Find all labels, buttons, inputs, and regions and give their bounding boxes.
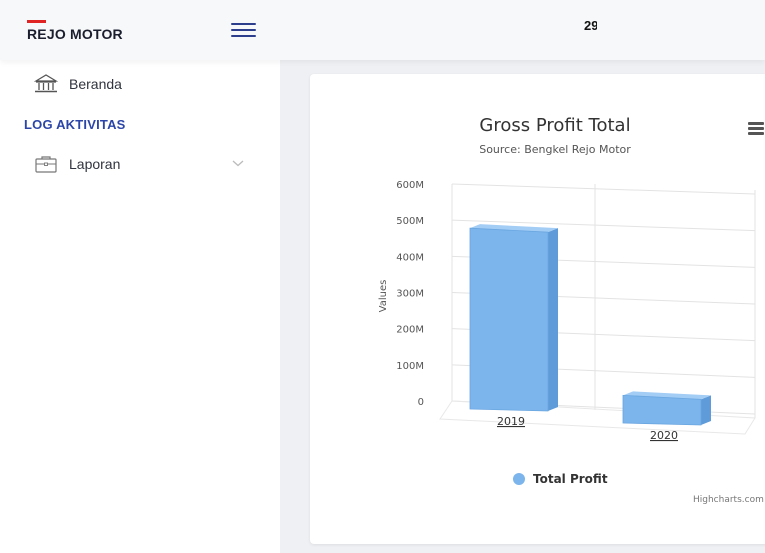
sidebar: Beranda LOG AKTIVITAS Laporan xyxy=(0,60,280,553)
sidebar-item-label: Laporan xyxy=(69,156,121,172)
menu-toggle-icon[interactable] xyxy=(231,22,256,38)
chart-y-tick-label: 600M xyxy=(396,180,424,191)
chart-y-axis-title: Values xyxy=(378,280,389,313)
chart-legend-item[interactable]: Total Profit xyxy=(513,472,608,486)
chart-bar-side xyxy=(548,228,558,411)
brand-name: REJO MOTOR xyxy=(27,26,123,42)
sidebar-item-label: Beranda xyxy=(69,76,122,92)
legend-marker xyxy=(513,473,525,485)
logo-accent-bar xyxy=(27,20,46,23)
sidebar-section-title: LOG AKTIVITAS xyxy=(24,117,126,132)
chart-gridline xyxy=(451,183,756,195)
header-clipped-text: 29 xyxy=(584,18,597,33)
bank-icon xyxy=(34,74,58,93)
legend-label: Total Profit xyxy=(533,472,608,486)
chart-y-tick-label: 0 xyxy=(418,397,424,408)
top-bar: REJO MOTOR 29 xyxy=(0,0,765,60)
briefcase-icon xyxy=(35,156,57,173)
chart-bar xyxy=(469,227,549,412)
chart-y-tick-label: 400M xyxy=(396,252,424,263)
chart-y-tick-label: 200M xyxy=(396,325,424,336)
chart-credits-link[interactable]: Highcharts.com xyxy=(693,495,764,505)
chart-y-tick-label: 100M xyxy=(396,361,424,372)
chart-y-tick-label: 300M xyxy=(396,289,424,300)
chart-bar xyxy=(622,394,702,426)
chevron-down-icon[interactable] xyxy=(232,157,244,169)
chart-x-tick-label: 2019 xyxy=(497,415,525,428)
chart-bar-side xyxy=(701,395,711,425)
chart-x-tick-label: 2020 xyxy=(650,429,678,442)
chart-y-tick-label: 500M xyxy=(396,216,424,227)
sidebar-item-beranda[interactable]: Beranda xyxy=(0,68,280,100)
chart-card: Gross Profit Total Source: Bengkel Rejo … xyxy=(310,74,765,544)
sidebar-item-laporan[interactable]: Laporan xyxy=(0,148,280,180)
